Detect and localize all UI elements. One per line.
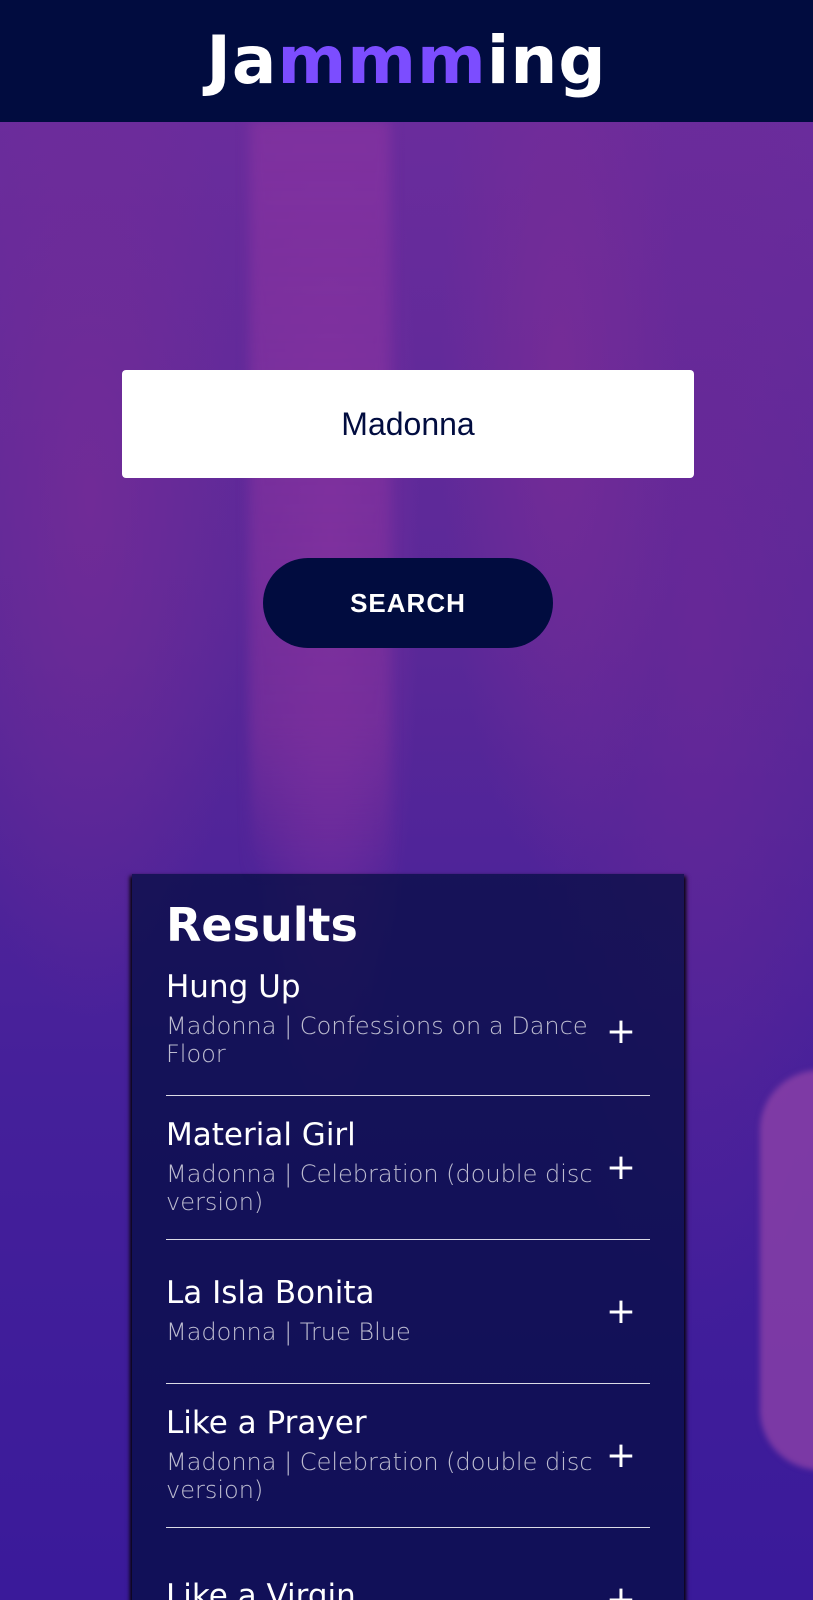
logo-text-suffix: ing [486,22,607,99]
track-artist-album: Madonna | True Blue [166,1317,411,1346]
add-track-button[interactable]: + [606,1581,636,1600]
track-name: Like a Virgin [166,1577,356,1600]
results-title: Results [166,898,358,952]
add-track-button[interactable]: + [606,1013,636,1050]
app-logo: Jammming [206,28,606,94]
track-artist-album: Madonna | Celebration (double disc versi… [166,1159,593,1217]
track-info: Like a Virgin [166,1577,596,1600]
logo-text-prefix: Ja [206,22,278,99]
track-name: Hung Up [166,969,301,1005]
track-info: Like a Prayer Madonna | Celebration (dou… [166,1404,596,1505]
app-header: Jammming [0,0,813,122]
logo-text-accent: mmm [277,22,487,99]
track-artist-album: Madonna | Confessions on a Dance Floor [166,1011,588,1069]
track-row: La Isla Bonita Madonna | True Blue + [166,1240,650,1384]
track-name: Like a Prayer [166,1404,367,1441]
track-info: La Isla Bonita Madonna | True Blue [166,1276,596,1346]
search-button[interactable]: SEARCH [263,558,553,648]
track-row: Hung Up Madonna | Confessions on a Dance… [166,968,650,1096]
add-track-button[interactable]: + [606,1149,636,1186]
track-artist-album: Madonna | Celebration (double disc versi… [166,1447,593,1505]
add-track-button[interactable]: + [606,1293,636,1330]
track-row: Material Girl Madonna | Celebration (dou… [166,1096,650,1240]
results-panel: Results Hung Up Madonna | Confessions on… [132,874,684,1600]
track-info: Hung Up Madonna | Confessions on a Dance… [166,969,596,1069]
track-name: La Isla Bonita [166,1275,375,1312]
track-row: Like a Prayer Madonna | Celebration (dou… [166,1384,650,1528]
add-track-button[interactable]: + [606,1437,636,1474]
track-row: Like a Virgin + [166,1528,650,1600]
track-name: Material Girl [166,1116,356,1153]
search-input[interactable] [122,370,694,478]
track-info: Material Girl Madonna | Celebration (dou… [166,1116,596,1217]
